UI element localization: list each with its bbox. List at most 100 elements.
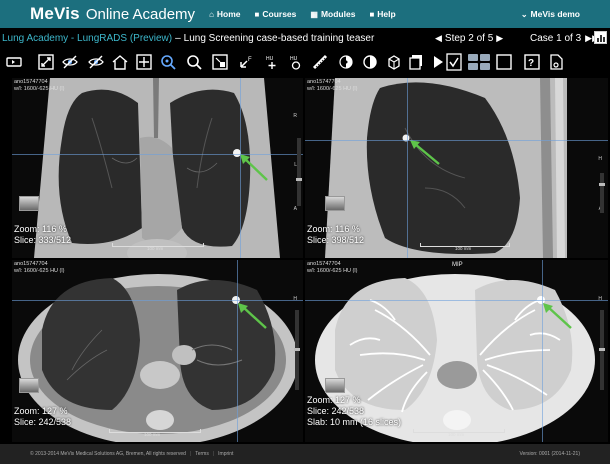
crosshair-horizontal <box>12 300 303 301</box>
nav-item-label: Help <box>377 9 396 19</box>
scale-bar-label: 100 mm <box>455 246 472 251</box>
viewport-info-overlay: ano15747704 w/l: 1600/-625 HU (l) <box>307 79 357 92</box>
viewport-info-overlay: ano15747704 w/l: 1600/-625 HU (l) <box>14 79 64 92</box>
eye-off-alt-icon[interactable] <box>86 52 106 72</box>
svg-text:?: ? <box>528 58 534 69</box>
copyright-text: © 2013-2014 MeVis Medical Solutions AG, … <box>30 451 186 457</box>
orientation-letter: R <box>293 113 297 119</box>
slice-readout: Slice: 333/512 <box>14 235 72 245</box>
crosshair-horizontal <box>12 154 303 155</box>
nav-item-label: Modules <box>320 9 356 19</box>
crosshair-icon[interactable] <box>134 52 154 72</box>
window-level-swatch <box>325 196 345 211</box>
breadcrumb-separator: – <box>175 32 181 44</box>
orientation-letter: H <box>293 296 297 302</box>
viewport-status: Zoom: 116 % Slice: 398/512 <box>307 224 364 246</box>
slice-readout: Slice: 242/538 <box>307 406 365 416</box>
zoom-readout: Zoom: 116 % <box>14 224 67 234</box>
slice-scrollbar[interactable] <box>599 173 605 213</box>
viewport-status: Zoom: 127 % Slice: 242/538 Slab: 10 mm (… <box>307 395 401 428</box>
copy-icon[interactable] <box>406 52 426 72</box>
footer-separator: | <box>189 451 192 457</box>
crosshair-vertical <box>240 78 241 258</box>
chevron-down-icon: ⌄ <box>520 9 528 19</box>
nav-item-courses[interactable]: ■ Courses <box>255 9 297 19</box>
window-level-swatch <box>19 196 39 211</box>
page-footer: © 2013-2014 MeVis Medical Solutions AG, … <box>0 444 610 464</box>
pointer-f-icon[interactable]: F <box>236 52 256 72</box>
case-navigator: Case 1 of 3 ▶▶ <box>530 28 599 48</box>
svg-text:HU: HU <box>266 56 274 62</box>
svg-text:F: F <box>248 57 252 63</box>
slice-scrollbar[interactable] <box>599 310 605 390</box>
svg-text:HU: HU <box>290 56 298 62</box>
crosshair-vertical <box>542 260 543 442</box>
nav-item-home[interactable]: ⌂ Home <box>209 9 240 19</box>
courses-icon: ■ <box>254 9 260 19</box>
slab-readout: Slab: 10 mm (16 slices) <box>307 417 402 427</box>
version-text: Version: 0001 (2014-11-21) <box>519 451 580 457</box>
step-label: Step 2 of 5 <box>444 32 494 44</box>
orientation-letter: H <box>598 296 602 302</box>
zoom-icon[interactable] <box>158 52 178 72</box>
zoom-readout: Zoom: 127 % <box>307 395 361 405</box>
home-icon: ⌂ <box>209 9 214 19</box>
checklist-icon[interactable] <box>444 52 464 72</box>
window-level-swatch <box>325 378 345 393</box>
crosshair-horizontal <box>305 300 608 301</box>
viewport-mip[interactable]: MIP ano15747704 w/l: 1600/-625 HU (l) H … <box>305 260 608 442</box>
brand-subtitle[interactable]: Online Academy <box>86 6 195 23</box>
window-level-swatch <box>19 378 39 393</box>
grid-icon[interactable] <box>210 52 230 72</box>
viewport-axial[interactable]: ano15747704 w/l: 1600/-625 HU (l) H Zoom… <box>12 260 303 442</box>
crosshair-vertical <box>237 260 238 442</box>
crosshair-horizontal <box>305 140 608 141</box>
breadcrumb-course-link[interactable]: Lung Academy - LungRADS (Preview) <box>2 33 172 44</box>
step-next-icon[interactable]: ▶ <box>496 33 503 44</box>
title-bar: Lung Academy - LungRADS (Preview) – Lung… <box>0 28 610 48</box>
window-icon[interactable] <box>360 52 380 72</box>
nav-item-modules[interactable]: ▦ Modules <box>310 9 355 19</box>
chart-icon[interactable] <box>594 31 607 44</box>
layout-grid-icon[interactable] <box>466 52 492 72</box>
viewport-status: Zoom: 116 % Slice: 333/512 <box>14 224 71 246</box>
footer-separator: | <box>212 451 215 457</box>
home-view-icon[interactable] <box>110 52 130 72</box>
viewport-sagittal[interactable]: ano15747704 w/l: 1600/-625 HU (l) H A Zo… <box>305 78 608 258</box>
slice-scrollbar[interactable] <box>296 138 302 206</box>
single-view-icon[interactable] <box>494 52 514 72</box>
page-title: Lung Screening case-based training tease… <box>183 32 375 44</box>
zoom-readout: Zoom: 127 % <box>14 406 68 416</box>
ruler-icon[interactable] <box>310 52 330 72</box>
contrast-icon[interactable] <box>336 52 356 72</box>
slice-readout: Slice: 398/512 <box>307 235 365 245</box>
modules-icon: ▦ <box>310 9 318 19</box>
cube-icon[interactable] <box>384 52 404 72</box>
fit-view-icon[interactable] <box>36 52 56 72</box>
imprint-link[interactable]: Imprint <box>218 451 233 457</box>
viewport-status: Zoom: 127 % Slice: 242/538 <box>14 406 71 428</box>
terms-link[interactable]: Terms <box>195 451 209 457</box>
help-icon: ■ <box>369 9 375 19</box>
step-navigator: ◀ Step 2 of 5 ▶ <box>432 28 506 48</box>
window-level-text: w/l: 1600/-625 HU (l) <box>14 267 65 274</box>
hu-circle-icon[interactable]: HU <box>286 52 306 72</box>
document-icon[interactable] <box>546 52 566 72</box>
orientation-letter: H <box>598 156 602 162</box>
user-menu[interactable]: ⌄ MeVis demo <box>521 0 580 28</box>
nav-item-help[interactable]: ■ Help <box>369 9 395 19</box>
question-icon[interactable]: ? <box>522 52 542 72</box>
window-level-text: w/l: 1600/-625 HU (l) <box>307 267 358 274</box>
hu-plus-icon[interactable]: HU <box>262 52 282 72</box>
eye-off-icon[interactable] <box>60 52 80 72</box>
user-name: MeVis demo <box>530 9 580 19</box>
layout-toggle-icon[interactable] <box>4 52 24 72</box>
slice-scrollbar[interactable] <box>294 310 300 390</box>
window-level-text: w/l: 1600/-625 HU (l) <box>14 85 65 92</box>
step-prev-icon[interactable]: ◀ <box>435 33 442 44</box>
nav-item-label: Home <box>216 9 241 19</box>
brand-logo[interactable]: MeVis <box>30 4 80 24</box>
viewport-coronal[interactable]: ano15747704 w/l: 1600/-625 HU (l) R L A … <box>12 78 303 258</box>
viewport-info-overlay: ano15747704 w/l: 1600/-625 HU (l) <box>307 261 357 274</box>
search-icon[interactable] <box>184 52 204 72</box>
